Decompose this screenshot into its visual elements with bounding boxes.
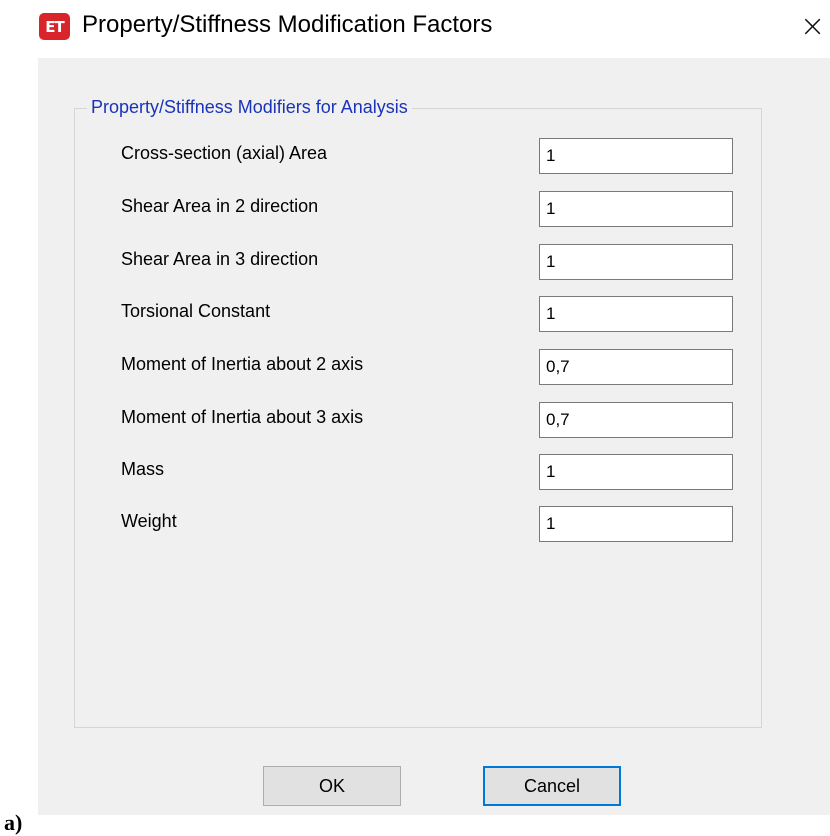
dialog-body: Property/Stiffness Modifiers for Analysi…: [38, 58, 830, 815]
groupbox-title: Property/Stiffness Modifiers for Analysi…: [87, 97, 412, 118]
moment-inertia-3-input[interactable]: [539, 402, 733, 438]
moment-inertia-2-input[interactable]: [539, 349, 733, 385]
shear-area-3-input[interactable]: [539, 244, 733, 280]
label-moment-inertia-2: Moment of Inertia about 2 axis: [121, 354, 364, 374]
label-cross-section-area: Cross-section (axial) Area: [121, 143, 328, 163]
label-moment-inertia-3: Moment of Inertia about 3 axis: [121, 407, 364, 427]
cancel-button[interactable]: Cancel: [483, 766, 621, 806]
etabs-app-icon: ET: [39, 13, 70, 40]
shear-area-2-input[interactable]: [539, 191, 733, 227]
figure-caption: a): [4, 810, 23, 835]
label-torsional-constant: Torsional Constant: [121, 301, 271, 321]
torsional-constant-input[interactable]: [539, 296, 733, 332]
ok-button[interactable]: OK: [263, 766, 401, 806]
close-icon[interactable]: ×: [800, 6, 830, 46]
label-shear-area-2: Shear Area in 2 direction: [121, 196, 319, 216]
label-shear-area-3: Shear Area in 3 direction: [121, 249, 319, 269]
title-bar: ET Property/Stiffness Modification Facto…: [0, 0, 830, 58]
cross-section-area-input[interactable]: [539, 138, 733, 174]
mass-input[interactable]: [539, 454, 733, 490]
weight-input[interactable]: [539, 506, 733, 542]
window-title: Property/Stiffness Modification Factors: [82, 11, 493, 38]
modifiers-groupbox: Property/Stiffness Modifiers for Analysi…: [74, 97, 762, 728]
label-mass: Mass: [121, 459, 165, 479]
label-weight: Weight: [121, 511, 177, 531]
